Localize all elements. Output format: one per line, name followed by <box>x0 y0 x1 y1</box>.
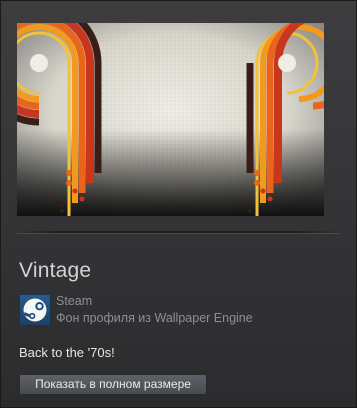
item-description: Back to the '70s! <box>19 345 115 360</box>
item-type-label: Фон профиля из Wallpaper Engine <box>56 311 253 325</box>
item-details-panel: Vintage Steam Фон профиля из Wallpaper E… <box>0 0 357 408</box>
steam-logo-icon[interactable] <box>19 294 51 326</box>
item-title: Vintage <box>19 259 92 282</box>
wallpaper-preview-image[interactable] <box>17 23 324 216</box>
section-divider <box>17 231 340 234</box>
app-name[interactable]: Steam <box>56 294 92 308</box>
show-full-size-button[interactable]: Показать в полном размере <box>19 374 207 395</box>
vintage-wallpaper-artwork <box>17 23 324 216</box>
